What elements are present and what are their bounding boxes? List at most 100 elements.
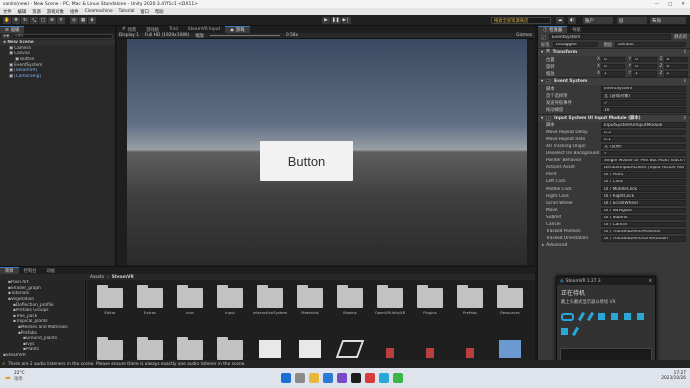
property-value-field[interactable]: UI / Navigate <box>601 207 686 214</box>
property-value-field[interactable]: UI / RightClick <box>601 193 686 199</box>
transform-y-field[interactable]: 0 <box>632 63 657 70</box>
asset-item[interactable] <box>291 340 329 358</box>
tab-animation[interactable]: 动画 <box>41 267 60 274</box>
transform-z-field[interactable]: 0 <box>663 56 688 63</box>
status-bar[interactable]: ⚠ There are 2 audio listeners in the sce… <box>0 360 690 368</box>
tab-animator[interactable]: 游戏板 <box>141 26 164 33</box>
tag-dropdown[interactable]: Untagged <box>552 41 598 48</box>
base-station-icon[interactable] <box>624 313 631 320</box>
layout-dropdown[interactable]: 布局 <box>650 17 686 24</box>
tab-hierarchy[interactable]: ☰ 层级 <box>0 26 25 33</box>
gizmos-dropdown[interactable]: Gizmos <box>516 33 532 38</box>
property-value-field[interactable]: UI / Point <box>601 172 686 178</box>
menu-cinemachine[interactable]: Cinemachine <box>85 9 113 14</box>
active-checkbox[interactable]: ✓ <box>541 34 546 40</box>
transform-tool-icon[interactable]: ⊕ <box>48 17 56 24</box>
create-button[interactable]: +▾ <box>2 34 11 39</box>
asset-item[interactable] <box>91 337 129 360</box>
weather-icon[interactable]: ☁ <box>4 373 11 381</box>
project-tree-item[interactable]: ▪ SteamVR <box>0 353 85 359</box>
menu-assets[interactable]: 资源 <box>32 9 41 15</box>
property-value-field[interactable]: UI / Cancel <box>601 221 686 228</box>
minimize-button[interactable]: — <box>654 2 659 7</box>
menu-edit[interactable]: 编辑 <box>18 9 27 15</box>
controller-extra-icon[interactable] <box>571 326 580 337</box>
display-dropdown[interactable]: Display 1 <box>119 33 139 38</box>
property-value-field[interactable]: UI / TrackedDeviceOrientation <box>601 235 686 242</box>
game-viewport[interactable]: Button <box>127 39 527 265</box>
snap-icon[interactable]: ⋕ <box>88 17 96 24</box>
asset-folder[interactable]: Input <box>211 285 249 315</box>
account-dropdown[interactable]: 账户 <box>583 17 613 24</box>
hierarchy-search[interactable]: ⌕ All <box>12 34 113 39</box>
menu-file[interactable]: 文件 <box>3 9 12 15</box>
pivot-toggle[interactable]: ◎ <box>70 17 78 24</box>
tab-console[interactable]: 控制台 <box>19 267 42 274</box>
asset-item[interactable] <box>211 337 249 360</box>
transform-x-field[interactable]: 0 <box>600 63 626 70</box>
custom-tool-icon[interactable]: ✕ <box>57 17 65 24</box>
asset-folder[interactable]: OpenVRUnityXR <box>371 285 409 315</box>
headset-icon[interactable] <box>561 312 574 321</box>
asset-folder[interactable]: Plugins <box>411 285 449 315</box>
transform-y-field[interactable]: 0 <box>632 56 657 63</box>
asset-item[interactable] <box>491 340 529 358</box>
property-value-field[interactable]: UI / ScrollWheel <box>601 200 686 207</box>
unity-icon[interactable] <box>351 373 361 383</box>
property-value-field[interactable]: 无 (变换) <box>601 143 686 150</box>
app-green-icon[interactable] <box>393 373 403 383</box>
asset-folder[interactable]: Extras <box>131 285 169 315</box>
property-value-field[interactable]: EventSystem <box>601 86 686 92</box>
menu-window[interactable]: 窗口 <box>140 9 149 15</box>
controller-left-icon[interactable] <box>577 311 586 322</box>
base-station-icon[interactable] <box>611 313 618 320</box>
move-tool-icon[interactable]: ✥ <box>12 17 20 24</box>
asset-folder[interactable]: Icon <box>171 285 209 315</box>
layers-dropdown[interactable]: 层 <box>617 17 647 24</box>
game-button[interactable]: Button <box>260 141 353 181</box>
scale-tool-icon[interactable]: ⤡ <box>30 17 38 24</box>
maximize-button[interactable]: □ <box>668 2 672 7</box>
component-menu-icon[interactable]: ⋮ <box>683 50 687 55</box>
tab-scene[interactable]: # 场景 <box>117 26 141 33</box>
asset-item[interactable] <box>251 340 289 358</box>
menu-gameobject[interactable]: 游戏对象 <box>47 9 64 15</box>
property-value-field[interactable]: DefaultInputActions (Input Action Ass <box>601 164 686 171</box>
property-value-field[interactable]: 10 <box>601 107 686 113</box>
asset-folder[interactable]: Materials <box>291 285 329 315</box>
hand-tool-icon[interactable]: ✋ <box>3 17 11 24</box>
component-menu-icon[interactable]: ⋮ <box>683 116 687 121</box>
transform-z-field[interactable]: 0 <box>663 63 688 70</box>
component-menu-icon[interactable]: ⋮ <box>683 79 687 84</box>
visual-studio-icon[interactable] <box>337 373 347 383</box>
property-value-field[interactable]: Single Mouse Or Pen But Multi Touch And <box>601 157 686 164</box>
enable-checkbox[interactable]: ✓ <box>546 79 552 85</box>
asset-folder[interactable]: Editor <box>91 285 129 315</box>
play-button[interactable]: ▶ <box>322 17 330 24</box>
asset-item[interactable] <box>411 340 449 358</box>
transform-x-field[interactable]: 1 <box>600 70 626 77</box>
advanced-foldout[interactable]: ▸ Advanced <box>538 242 690 249</box>
property-value-field[interactable]: 无 (游戏对象) <box>601 93 686 99</box>
controller-right-icon[interactable] <box>586 311 595 322</box>
close-icon[interactable]: ✕ <box>648 279 652 284</box>
transform-x-field[interactable]: 0 <box>600 56 626 63</box>
services-icon[interactable]: ◐ <box>568 17 576 24</box>
object-name-field[interactable]: EventSystem <box>549 34 672 40</box>
rotate-tool-icon[interactable]: ↻ <box>21 17 29 24</box>
transform-y-field[interactable]: 1 <box>632 70 657 77</box>
file-explorer-icon[interactable] <box>309 373 319 383</box>
transform-header[interactable]: ▾ ⤧ Transform ⋮ <box>538 48 690 56</box>
breadcrumb-steamvr[interactable]: SteamVR <box>112 275 134 280</box>
start-icon[interactable] <box>281 373 291 383</box>
tab-project[interactable]: 项目 <box>0 267 19 274</box>
scale-slider[interactable] <box>209 35 280 36</box>
asset-item[interactable] <box>331 340 369 358</box>
step-button[interactable]: ▶❘ <box>341 17 351 24</box>
property-value-field[interactable]: UI / Click <box>601 179 686 185</box>
tracker-icon[interactable] <box>561 328 568 335</box>
asset-store-search[interactable]: 搜索全部资源商店 <box>491 17 551 24</box>
asset-folder[interactable]: Resources <box>491 285 529 315</box>
menu-component[interactable]: 组件 <box>70 9 79 15</box>
static-toggle[interactable]: 静态的 <box>674 34 687 40</box>
